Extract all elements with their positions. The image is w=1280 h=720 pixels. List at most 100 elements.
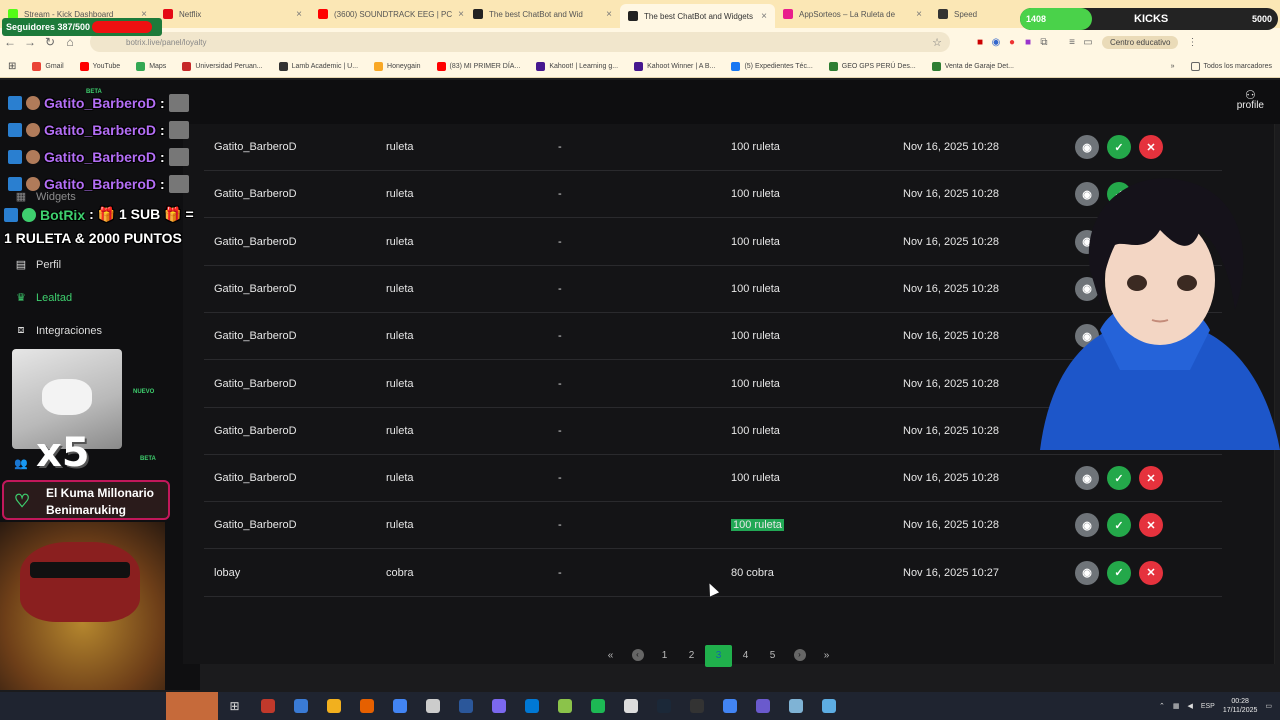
next-page-button[interactable]: › (786, 645, 813, 667)
kick-badge-icon (8, 150, 22, 164)
clock[interactable]: 00:28 17/11/2025 (1223, 697, 1258, 715)
bookmark-item[interactable]: Kahoot Winner | A B... (626, 62, 723, 71)
bookmark-star-icon[interactable]: ☆ (932, 36, 942, 49)
split-icon[interactable]: ▭ (1080, 37, 1096, 48)
approve-check-icon[interactable]: ✓ (1107, 560, 1131, 585)
reload-icon[interactable]: ↻ (40, 35, 60, 49)
sidebar-item-lealtad[interactable]: ♛ Lealtad (14, 291, 72, 305)
home-icon[interactable]: ⌂ (60, 35, 80, 49)
approve-check-icon[interactable]: ✓ (1107, 466, 1131, 491)
taskbar-app-icon[interactable] (746, 692, 779, 720)
browser-tab[interactable]: AppSorteos – La Ruleta de × (775, 2, 930, 26)
back-icon[interactable]: ← (0, 35, 20, 49)
reject-x-icon[interactable]: ✕ (1139, 466, 1163, 491)
bookmark-item[interactable]: Kahoot! | Learning g... (528, 62, 626, 71)
reject-x-icon[interactable]: ✕ (1139, 560, 1163, 585)
browser-tab[interactable]: The best ChatBot and Widgets × (620, 4, 775, 28)
cell-type: cobra (386, 566, 414, 579)
bookmark-item[interactable]: Maps (128, 62, 174, 71)
bookmark-item[interactable]: Venta de Garaje Det... (924, 62, 1022, 71)
browser-tab[interactable]: The best ChatBot and Wid × (465, 2, 620, 26)
tab-close-icon[interactable]: × (761, 11, 767, 22)
volume-icon[interactable]: ◀ (1187, 702, 1192, 710)
page-button[interactable]: 2 (678, 645, 705, 667)
extension-icon[interactable]: ◉ (988, 37, 1004, 48)
view-eye-icon[interactable]: ◉ (1075, 135, 1099, 159)
taskbar-app-icon[interactable] (317, 692, 350, 720)
prev-page-button[interactable]: ‹ (624, 645, 651, 667)
tab-close-icon[interactable]: × (296, 9, 302, 20)
sidebar-item-perfil[interactable]: ▤ Perfil (14, 258, 61, 272)
sidebar-item-integraciones[interactable]: ⧈ Integraciones (14, 324, 103, 337)
bookmark-item[interactable]: Universidad Peruan... (174, 62, 270, 71)
all-bookmarks-link[interactable]: Todos los marcadores (1183, 62, 1280, 71)
taskbar-app-icon[interactable] (251, 692, 284, 720)
lang-indicator[interactable]: ESP (1201, 703, 1215, 710)
browser-tab[interactable]: Netflix × (155, 2, 310, 26)
taskbar-app-icon[interactable] (614, 692, 647, 720)
page-button[interactable]: 3 (705, 645, 732, 667)
extension-icon[interactable]: ■ (972, 37, 988, 48)
taskbar-thumbnail[interactable] (166, 692, 218, 720)
taskbar-app-icon[interactable] (581, 692, 614, 720)
kebab-menu-icon[interactable]: ⋮ (1184, 37, 1200, 48)
first-page-button[interactable]: « (597, 645, 624, 667)
page-button[interactable]: 1 (651, 645, 678, 667)
apps-grid-icon[interactable]: ⊞ (0, 61, 24, 72)
taskbar-app-icon[interactable] (284, 692, 317, 720)
bookmark-item[interactable]: (5) Expedientes Téc... (723, 62, 820, 71)
cell-type: ruleta (386, 188, 414, 201)
bookmark-favicon-icon (278, 62, 288, 71)
bookmarks-overflow-icon[interactable]: » (1163, 63, 1183, 70)
url-field[interactable]: botrix.live/panel/loyalty ☆ (90, 32, 950, 52)
network-icon[interactable]: ▦ (1173, 702, 1180, 710)
notifications-icon[interactable]: ▭ (1265, 702, 1272, 710)
browser-tab[interactable]: (3600) SOUNDTRACK EEG | PC × (310, 2, 465, 26)
profile-link[interactable]: ⚇ profile (1237, 89, 1264, 111)
cell-user: Gatito_BarberoD (214, 377, 297, 390)
approve-check-icon[interactable]: ✓ (1107, 135, 1131, 159)
last-page-button[interactable]: » (813, 645, 840, 667)
bookmark-item[interactable]: YouTube (72, 62, 129, 71)
taskbar-app-icon[interactable] (449, 692, 482, 720)
bookmark-item[interactable]: (83) MI PRIMER DÍA... (429, 62, 529, 71)
forward-icon[interactable]: → (20, 35, 40, 49)
bookmark-item[interactable]: Honeygain (366, 62, 428, 71)
taskbar-app-icon[interactable] (515, 692, 548, 720)
taskbar-app-icon[interactable] (383, 692, 416, 720)
profile-pill[interactable]: Centro educativo (1102, 35, 1179, 49)
reject-x-icon[interactable]: ✕ (1139, 513, 1163, 538)
taskbar-app-icon[interactable] (713, 692, 746, 720)
page-button[interactable]: 5 (759, 645, 786, 667)
tab-close-icon[interactable]: × (916, 9, 922, 20)
bookmark-item[interactable]: Gmail (24, 62, 71, 71)
taskbar-app-icon[interactable] (647, 692, 680, 720)
tray-chevron-icon[interactable]: ⌃ (1159, 702, 1165, 710)
extension-icon[interactable]: ● (1004, 37, 1020, 48)
taskbar-app-icon[interactable] (350, 692, 383, 720)
view-eye-icon[interactable]: ◉ (1075, 513, 1099, 538)
taskbar-app-icon[interactable] (416, 692, 449, 720)
taskbar-app-icon[interactable] (779, 692, 812, 720)
view-eye-icon[interactable]: ◉ (1075, 560, 1099, 585)
extension-icon[interactable]: ■ (1020, 37, 1036, 48)
bookmark-item[interactable]: GEO GPS PERÚ Des... (821, 62, 924, 71)
tab-title: Speed (954, 9, 978, 19)
tab-close-icon[interactable]: × (458, 9, 464, 20)
reject-x-icon[interactable]: ✕ (1139, 135, 1163, 159)
extensions-puzzle-icon[interactable]: ⧉ (1036, 37, 1052, 48)
taskbar-app-icon[interactable] (680, 692, 713, 720)
taskbar-app-icon[interactable] (548, 692, 581, 720)
cell-user: Gatito_BarberoD (214, 188, 297, 201)
view-eye-icon[interactable]: ◉ (1075, 466, 1099, 491)
bookmark-item[interactable]: Lamb Academic | U... (271, 62, 366, 71)
menu-lines-icon[interactable]: ≡ (1064, 37, 1080, 48)
task-view-icon[interactable]: ⊞ (218, 692, 251, 720)
tab-close-icon[interactable]: × (606, 9, 612, 20)
approve-check-icon[interactable]: ✓ (1107, 513, 1131, 538)
taskbar-app-icon[interactable] (812, 692, 845, 720)
page-button[interactable]: 4 (732, 645, 759, 667)
sidebar-item-users[interactable]: 👥 (14, 457, 28, 470)
taskbar-app-icon[interactable] (482, 692, 515, 720)
cell-date: Nov 16, 2025 10:28 (903, 235, 1000, 248)
